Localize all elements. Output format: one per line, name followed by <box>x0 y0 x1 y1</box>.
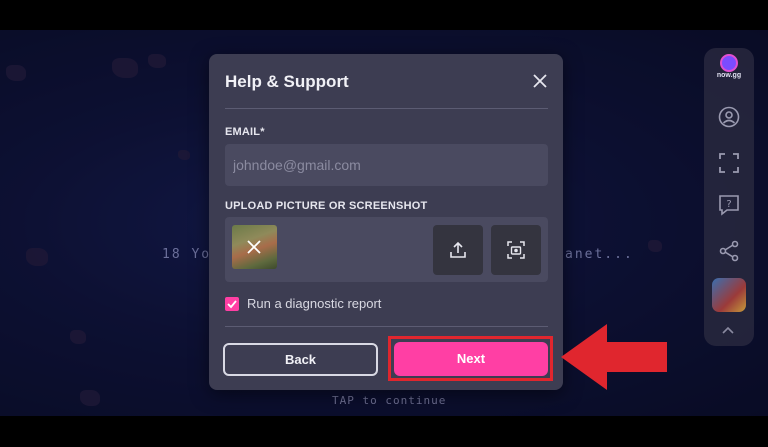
back-button[interactable]: Back <box>223 343 378 376</box>
nowgg-logo: now.gg <box>713 54 745 84</box>
remove-image-icon[interactable] <box>244 237 264 257</box>
red-arrow-annotation <box>561 324 667 390</box>
help-icon[interactable]: ? <box>718 194 740 216</box>
screenshot-thumbnail <box>232 225 277 269</box>
share-icon[interactable] <box>718 240 740 262</box>
email-field[interactable] <box>225 144 548 186</box>
take-screenshot-button[interactable] <box>491 225 541 275</box>
help-support-dialog: Help & Support EMAIL* UPLOAD PICTURE OR … <box>209 54 563 390</box>
fullscreen-icon[interactable] <box>718 152 740 174</box>
diagnostic-checkbox[interactable] <box>225 297 239 311</box>
story-text: 18 Yo <box>162 247 212 262</box>
upload-area <box>225 217 548 282</box>
email-label: EMAIL* <box>225 126 265 138</box>
story-text-tail: anet... <box>565 247 634 262</box>
diagnostic-label: Run a diagnostic report <box>247 296 382 311</box>
dialog-title: Help & Support <box>225 72 349 91</box>
screenshot-icon <box>507 241 525 259</box>
tap-to-continue-text[interactable]: TAP to continue <box>332 394 446 407</box>
right-sidebar: now.gg ? <box>704 48 754 346</box>
game-thumbnail[interactable] <box>712 278 746 312</box>
checkmark-icon <box>227 300 237 309</box>
footer-divider <box>225 326 548 327</box>
upload-file-button[interactable] <box>433 225 483 275</box>
user-icon[interactable] <box>718 106 740 128</box>
header-divider <box>225 108 548 109</box>
next-button[interactable]: Next <box>394 342 548 376</box>
svg-text:?: ? <box>726 199 731 210</box>
logo-text: now.gg <box>716 72 742 79</box>
upload-icon <box>450 241 466 258</box>
close-icon[interactable] <box>531 72 549 90</box>
chevron-up-icon[interactable] <box>722 326 734 334</box>
upload-label: UPLOAD PICTURE OR SCREENSHOT <box>225 200 428 212</box>
